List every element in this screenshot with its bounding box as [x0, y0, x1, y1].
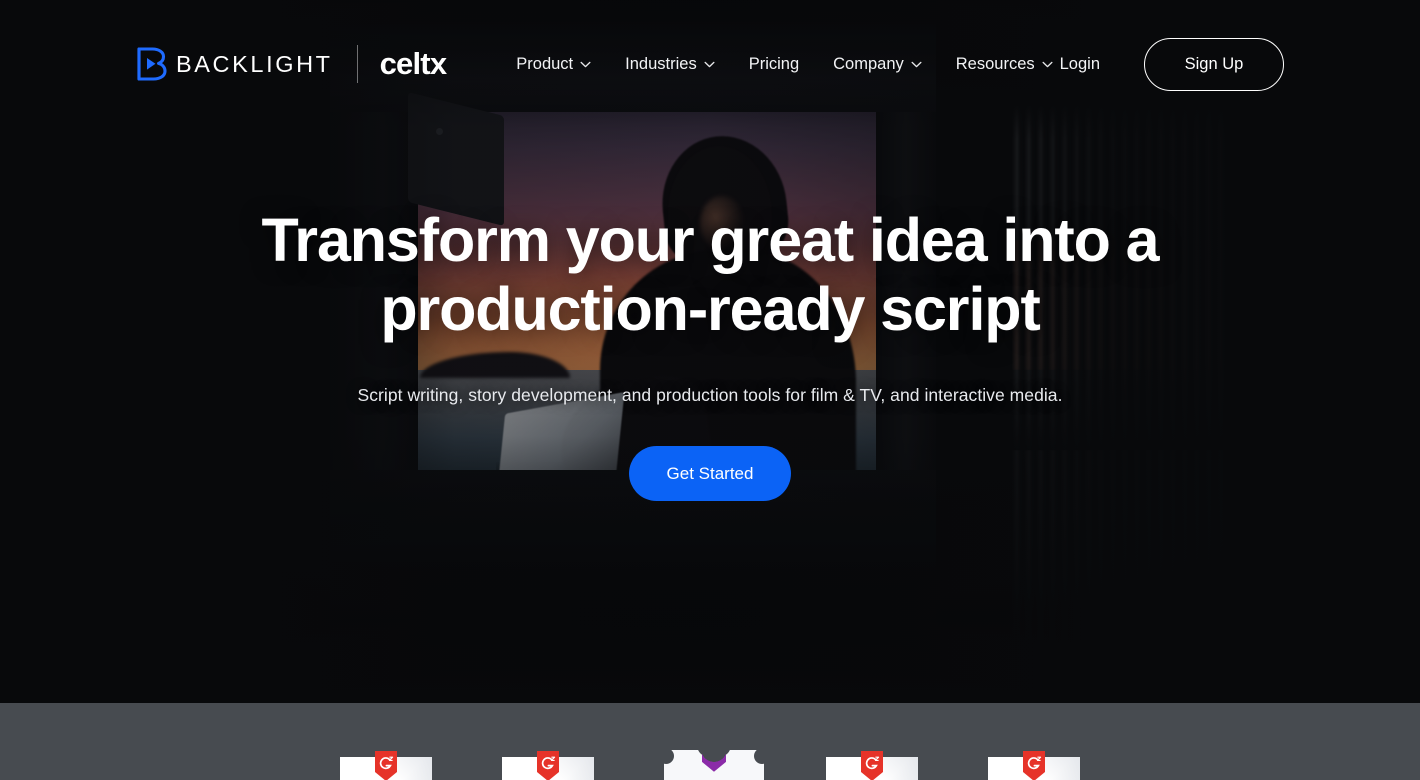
chevron-down-icon: [911, 61, 922, 68]
award-badge-featured[interactable]: [658, 703, 770, 780]
nav-item-product[interactable]: Product: [516, 55, 591, 74]
nav-actions: Login Sign Up: [1060, 37, 1284, 91]
rosette-notch-left: [658, 748, 674, 764]
awards-badge-row: [0, 703, 1420, 780]
product-wordmark: celtx: [379, 46, 447, 81]
chevron-down-icon: [704, 61, 715, 68]
g2-shield-icon: [1023, 751, 1045, 780]
backlight-b-play-icon: [136, 47, 167, 81]
award-badge[interactable]: [340, 703, 432, 780]
g2-shield-icon: [537, 751, 559, 780]
nav-item-pricing-label: Pricing: [748, 54, 800, 73]
nav-links: Product Industries Pricing Company Resou…: [516, 55, 1053, 74]
award-badge[interactable]: [988, 703, 1080, 780]
chevron-down-icon: [580, 61, 591, 68]
nav-item-product-label: Product: [516, 54, 574, 73]
get-started-button[interactable]: Get Started: [629, 446, 791, 501]
award-badge-card: [826, 751, 918, 780]
awards-badge-band: [0, 703, 1420, 780]
award-badge[interactable]: [502, 703, 594, 780]
nav-item-resources-label: Resources: [955, 54, 1035, 73]
award-badge-card: [340, 751, 432, 780]
award-badge-card: [988, 751, 1080, 780]
landing-page: Transform your great idea into a product…: [0, 0, 1420, 780]
nav-item-industries[interactable]: Industries: [625, 55, 715, 74]
chevron-down-icon: [1042, 61, 1053, 68]
nav-item-pricing[interactable]: Pricing: [749, 55, 799, 74]
nav-item-industries-label: Industries: [625, 54, 697, 73]
login-link[interactable]: Login: [1060, 55, 1100, 74]
nav-item-company[interactable]: Company: [833, 55, 922, 74]
brand-logo[interactable]: BACKLIGHT celtx: [136, 45, 447, 83]
g2-shield-icon: [861, 751, 883, 780]
rosette-notch-right: [754, 748, 770, 764]
award-badge-rosette: [658, 739, 770, 780]
sign-up-button[interactable]: Sign Up: [1144, 37, 1284, 91]
nav-item-resources[interactable]: Resources: [956, 55, 1053, 74]
logo-divider: [356, 45, 358, 83]
g2-shield-icon: [375, 751, 397, 780]
nav-item-company-label: Company: [833, 54, 904, 73]
main-navigation-bar: BACKLIGHT celtx Product Industries Prici…: [0, 0, 1420, 128]
brand-wordmark: BACKLIGHT: [176, 50, 333, 77]
award-badge[interactable]: [826, 703, 918, 780]
award-badge-card: [502, 751, 594, 780]
g2-shield-icon: [702, 739, 726, 772]
